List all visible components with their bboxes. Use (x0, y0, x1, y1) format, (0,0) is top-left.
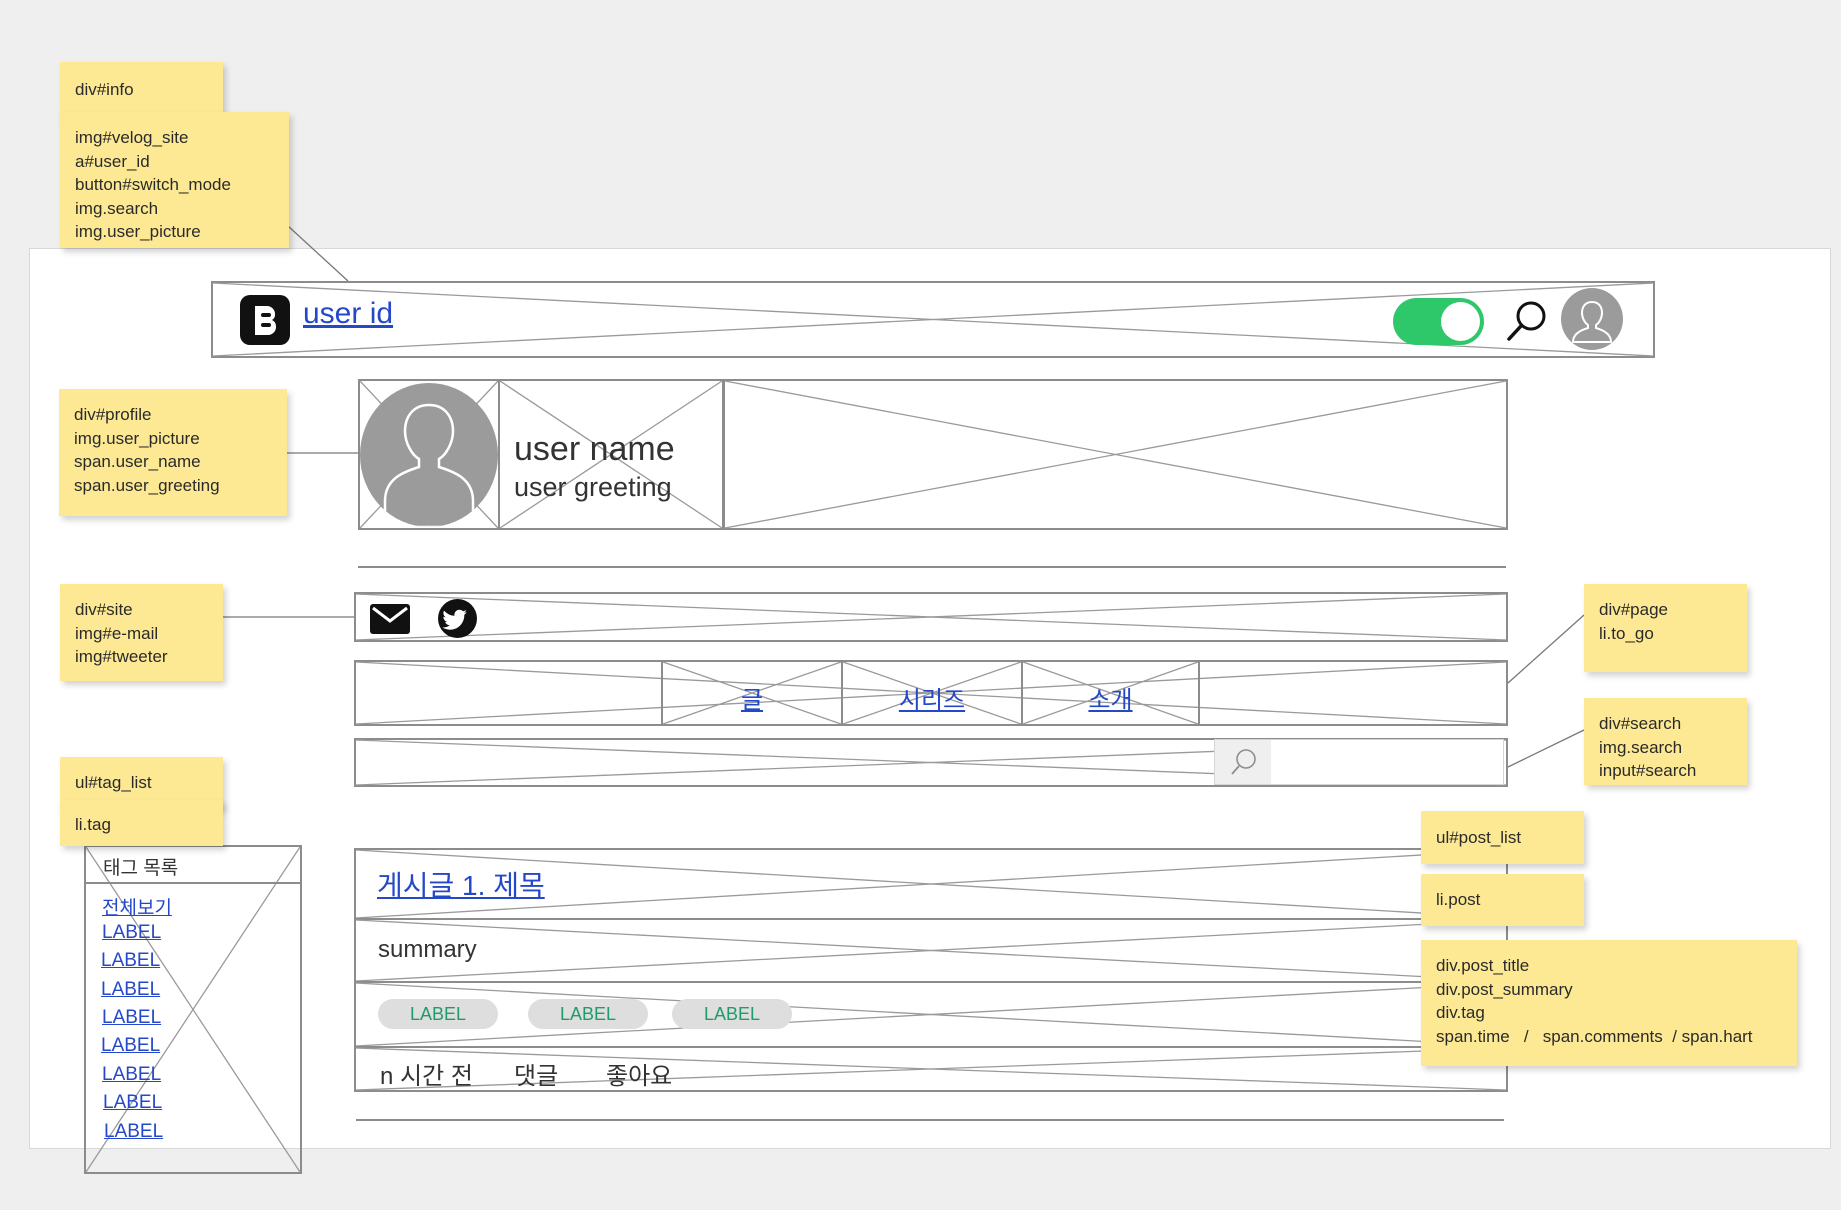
note-line: div.post_summary (1436, 979, 1573, 999)
placeholder-cross (725, 381, 1506, 528)
note-line: img#e-mail (75, 623, 159, 643)
note-line: span.time / span.comments / span.hart (1436, 1026, 1753, 1046)
placeholder-cross (356, 594, 1506, 640)
tag-list-title: 태그 목록 (103, 858, 179, 879)
post-title-frame: 게시글 1. 제목 (354, 848, 1508, 920)
search-icon[interactable] (1215, 740, 1271, 784)
placeholder-cross-line (356, 594, 1506, 640)
note-post-parts: div.post_title div.post_summary div.tag … (1421, 940, 1797, 1066)
tab-about-label[interactable]: 소개 (1023, 680, 1198, 715)
post-title[interactable]: 게시글 1. 제목 (377, 864, 545, 904)
placeholder-cross-line (356, 594, 1506, 640)
post-tag[interactable]: LABEL (378, 999, 498, 1029)
placeholder-cross (356, 920, 1506, 981)
profile-picture-icon (360, 383, 498, 527)
velog-logo-icon[interactable] (240, 295, 290, 345)
note-line: img#velog_site (75, 128, 189, 147)
note-site: div#site img#e-mail img#tweeter (60, 584, 223, 681)
note-line: img.search (75, 198, 159, 218)
note-line: div#page (1599, 600, 1669, 619)
post-summary-frame: summary (354, 918, 1508, 983)
tab-posts[interactable]: 글 (661, 660, 843, 726)
note-line: span.user_greeting (74, 475, 220, 495)
note-search: div#search img.search input#search (1584, 698, 1747, 785)
search-input[interactable] (1273, 742, 1499, 782)
post-time: n 시간 전 (380, 1063, 473, 1090)
user-picture-icon[interactable] (1561, 288, 1623, 350)
note-line: div.post_title (1436, 956, 1530, 975)
post-likes[interactable]: 좋아요 (606, 1056, 672, 1091)
note-line: img.user_picture (74, 428, 200, 448)
note-info: div#info (60, 62, 223, 118)
note-line: div#search (1599, 714, 1682, 733)
post-meta-frame: n 시간 전 댓글 좋아요 (354, 1046, 1508, 1092)
divider-bottom (356, 1119, 1504, 1121)
post-comments[interactable]: 댓글 (514, 1056, 558, 1091)
post-tag[interactable]: LABEL (672, 999, 792, 1029)
note-line: ul#tag_list (75, 773, 152, 792)
note-info-items: img#velog_site a#user_id button#switch_m… (60, 112, 289, 248)
placeholder-cross-line (725, 381, 1506, 528)
note-post-item: li.post (1421, 874, 1584, 926)
user-id-link[interactable]: user id (303, 297, 393, 331)
profile-banner-frame (723, 379, 1508, 530)
note-line: ul#post_list (1436, 828, 1522, 847)
tag-item[interactable]: 전체보기 (102, 893, 172, 920)
profile-picture-frame (358, 379, 500, 530)
info-header: user id (211, 281, 1655, 358)
note-line: div#site (75, 600, 133, 619)
note-line: li.post (1436, 890, 1481, 909)
twitter-icon[interactable] (438, 599, 477, 638)
note-line: div#profile (74, 405, 152, 424)
tag-item[interactable]: LABEL (104, 1121, 163, 1143)
note-page: div#page li.to_go (1584, 584, 1747, 672)
placeholder-cross-line (725, 381, 1506, 528)
note-line: button#switch_mode (75, 175, 231, 194)
toggle-knob (1441, 302, 1480, 341)
note-post-list: ul#post_list (1421, 811, 1584, 864)
tag-item[interactable]: LABEL (103, 1092, 162, 1114)
tab-posts-label[interactable]: 글 (663, 680, 841, 715)
placeholder-cross-line (356, 920, 1506, 981)
post-tag[interactable]: LABEL (528, 999, 648, 1029)
search-box[interactable] (1214, 739, 1504, 785)
switch-mode-toggle[interactable] (1393, 298, 1484, 345)
tag-item[interactable]: LABEL (101, 979, 160, 1001)
search-icon[interactable] (1503, 298, 1549, 344)
note-tag-item: li.tag (60, 800, 223, 846)
tag-item[interactable]: LABEL (102, 1064, 161, 1086)
mail-icon[interactable] (370, 604, 410, 634)
tag-list-header-divider (86, 882, 300, 884)
post-tags-frame: LABEL LABEL LABEL (354, 981, 1508, 1048)
tag-item[interactable]: LABEL (102, 1007, 161, 1029)
note-line: img.search (1599, 737, 1683, 757)
placeholder-cross-line (356, 920, 1506, 981)
user-greeting: user greeting (514, 472, 672, 502)
tab-series-label[interactable]: 시리즈 (843, 680, 1021, 715)
divider-top (358, 566, 1506, 568)
note-line: li.tag (75, 815, 111, 834)
note-profile: div#profile img.user_picture span.user_n… (59, 389, 287, 516)
tag-item[interactable]: LABEL (101, 1035, 160, 1057)
note-line: div.tag (1436, 1003, 1485, 1022)
note-line: img#tweeter (75, 647, 168, 666)
tab-series[interactable]: 시리즈 (841, 660, 1023, 726)
note-line: span.user_name (74, 452, 201, 471)
tab-about[interactable]: 소개 (1021, 660, 1200, 726)
tag-item[interactable]: LABEL (102, 922, 161, 944)
post-summary: summary (378, 936, 477, 963)
note-line: li.to_go (1599, 623, 1654, 643)
user-name: user name (514, 430, 675, 468)
note-line: input#search (1599, 761, 1697, 780)
note-line: img.user_picture (75, 222, 201, 241)
note-line: div#info (75, 80, 134, 99)
note-line: a#user_id (75, 151, 150, 171)
site-links (354, 592, 1508, 642)
tag-item[interactable]: LABEL (101, 950, 160, 972)
